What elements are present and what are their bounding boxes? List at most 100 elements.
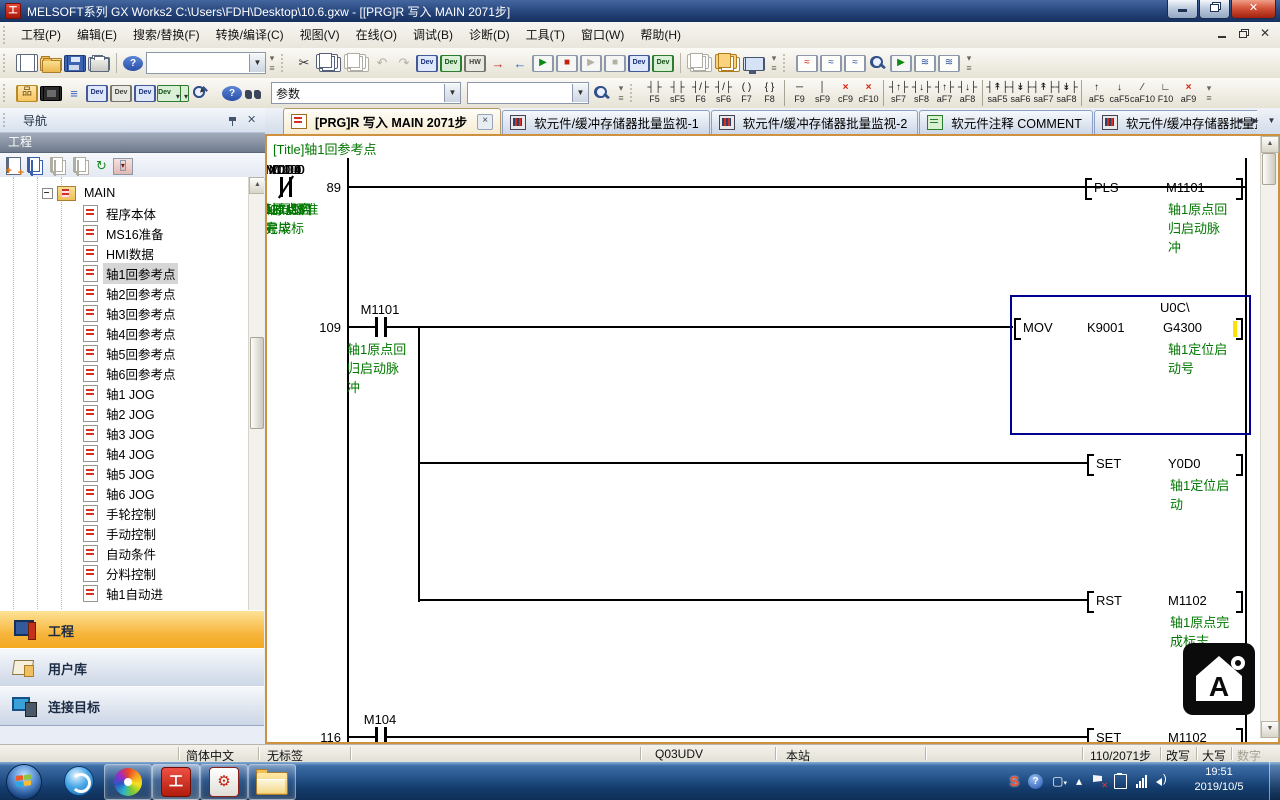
sampling-trace-icon[interactable]: ≈ [844,55,866,72]
child-restore-icon[interactable] [1237,27,1251,40]
new-data-icon[interactable] [6,157,21,175]
close-button[interactable]: ✕ [1231,0,1276,19]
restore-button[interactable] [1199,0,1230,19]
ladder-symbol-button[interactable]: ( )F7 [735,80,758,106]
menu-item[interactable]: 窗口(W) [573,24,632,46]
sort-icon[interactable]: ▾ [113,158,133,175]
tree-item[interactable]: HMI数据 [0,243,264,263]
tree-item[interactable]: 轴3回参考点 [0,303,264,323]
save-project-icon[interactable] [64,55,86,72]
help-balloon-icon[interactable]: ? [222,86,242,101]
tray-sogou-icon[interactable]: S [1010,773,1019,789]
tab-list-icon[interactable]: ▼ [1265,113,1278,128]
trace-search-icon[interactable] [868,54,888,72]
menu-item[interactable]: 转换/编译(C) [208,24,292,46]
menu-item[interactable]: 工程(P) [13,24,69,46]
ladder-symbol-button[interactable]: ┤↑├sF7 [883,80,910,106]
undo-icon[interactable]: ↶ [372,52,392,74]
monitor-stop-icon[interactable]: ■ [556,55,578,72]
tab-close-icon[interactable]: × [477,114,493,130]
ladder-symbol-button[interactable]: ×cF9 [834,80,857,106]
close-icon[interactable]: ✕ [247,115,259,126]
monitor-pause-icon[interactable]: ▶ [580,55,602,72]
operand[interactable]: G4300 [1163,320,1202,335]
refresh-icon[interactable]: ↻ [96,158,107,174]
tree-item[interactable]: 分料控制 [0,563,264,583]
overlay-widget[interactable]: A [1183,643,1255,715]
tree-item[interactable]: MAIN [0,183,264,203]
ladder-symbol-button[interactable]: ─F9 [784,80,811,106]
toolbar-overflow-icon[interactable] [963,53,975,73]
menu-item[interactable]: 诊断(D) [461,24,518,46]
menu-item[interactable]: 在线(O) [348,24,405,46]
tab-batch-monitor-2[interactable]: 软元件/缓冲存储器批量监视-2 × [711,110,919,134]
tree-item[interactable]: 轴2回参考点 [0,283,264,303]
plc-write-icon[interactable]: Dev [416,55,438,72]
copy-info-icon[interactable] [73,157,86,172]
toolbar-overflow-icon[interactable] [1203,83,1215,103]
editor-scrollbar[interactable] [1260,136,1278,738]
copy-icon[interactable] [316,54,338,69]
operand[interactable]: M1102 [1168,730,1207,742]
tree-item[interactable]: 手轮控制 [0,503,264,523]
new-project-icon[interactable] [16,54,38,72]
monitor-write-icon[interactable]: ■ [604,55,626,72]
ladder-symbol-button[interactable]: ┤↓├sF8 [910,80,933,106]
operand[interactable]: M1101 [1166,180,1205,195]
nav-userlib-button[interactable]: 用户库 [0,648,264,688]
module-configuration-icon[interactable] [40,86,62,101]
toolbar-overflow-icon[interactable] [615,83,627,103]
tree-item[interactable]: 轴6 JOG [0,483,264,503]
print-icon[interactable] [88,57,110,71]
start-button[interactable] [6,764,42,800]
doc-zoom-icon[interactable] [592,84,612,102]
tree-item[interactable]: 手动控制 [0,523,264,543]
plc-read-icon[interactable]: Dev [440,55,462,72]
copy-data-icon[interactable] [27,157,40,172]
read-from-plc-icon[interactable]: ← [510,52,530,74]
device-batch-icon[interactable]: Dev [134,85,156,102]
instruction[interactable]: RST [1096,593,1122,608]
collapse-icon[interactable] [42,188,53,199]
scope-window1-icon[interactable]: ≋ [914,55,936,72]
taskbar-explorer-icon[interactable] [248,764,296,800]
project-view-icon[interactable]: 品 [16,85,38,102]
tree-item[interactable]: 轴3 JOG [0,423,264,443]
tree-item[interactable]: 轴1回参考点 [0,263,264,283]
menu-item[interactable]: 调试(B) [405,24,461,46]
operand[interactable]: K9001 [1087,320,1125,335]
tree-item[interactable]: 轴6回参考点 [0,363,264,383]
tray-help-icon[interactable]: ? [1028,774,1043,789]
ladder-symbol-button[interactable]: ┤↡├saF8 [1055,80,1078,106]
instruction[interactable]: SET [1096,730,1121,742]
tree-item[interactable]: 轴2 JOG [0,403,264,423]
menu-item[interactable]: 编辑(E) [69,24,125,46]
logic-test-start-icon[interactable]: ≈ [796,55,818,72]
pin-icon[interactable] [228,115,239,126]
ladder-symbol-button[interactable]: ┤/├sF6 [712,80,735,106]
help-icon[interactable]: ? [123,56,143,71]
menu-item[interactable]: 工具(T) [518,24,573,46]
contact[interactable]: M1101 轴1原点回 归启动脉 冲 [362,317,398,337]
paste-data-icon[interactable] [50,157,63,172]
taskbar-browser-icon[interactable] [56,764,102,798]
ladder-symbol-button[interactable]: { }F8 [758,80,781,106]
nav-connection-button[interactable]: 连接目标 [0,686,264,726]
watch-stop-icon[interactable]: Dev [652,55,674,72]
tray-language-icon[interactable]: ▢▾ [1052,774,1067,788]
menu-item[interactable]: 搜索/替换(F) [125,24,208,46]
find-binoculars-icon[interactable] [244,89,264,101]
remote-operation-icon[interactable] [743,57,765,71]
ladder-symbol-button[interactable]: ┤↓├aF8 [956,80,979,106]
device-find-icon[interactable]: Dev [86,85,108,102]
toolbar-overflow-icon[interactable] [266,53,278,73]
scope-window2-icon[interactable]: ≋ [938,55,960,72]
tree-item[interactable]: 轴5回参考点 [0,343,264,363]
toolbar-overflow-icon[interactable] [768,53,780,73]
nav-project-button[interactable]: 工程 [0,610,264,650]
zoom-tool-icon[interactable] [191,84,220,102]
taskbar-clock[interactable]: 19:51 2019/10/5 [1176,765,1262,795]
taskbar-pinwheel-app-icon[interactable] [104,764,152,800]
stack-windows-icon[interactable] [687,54,709,69]
ladder-symbol-button[interactable]: ┤├sF5 [666,80,689,106]
